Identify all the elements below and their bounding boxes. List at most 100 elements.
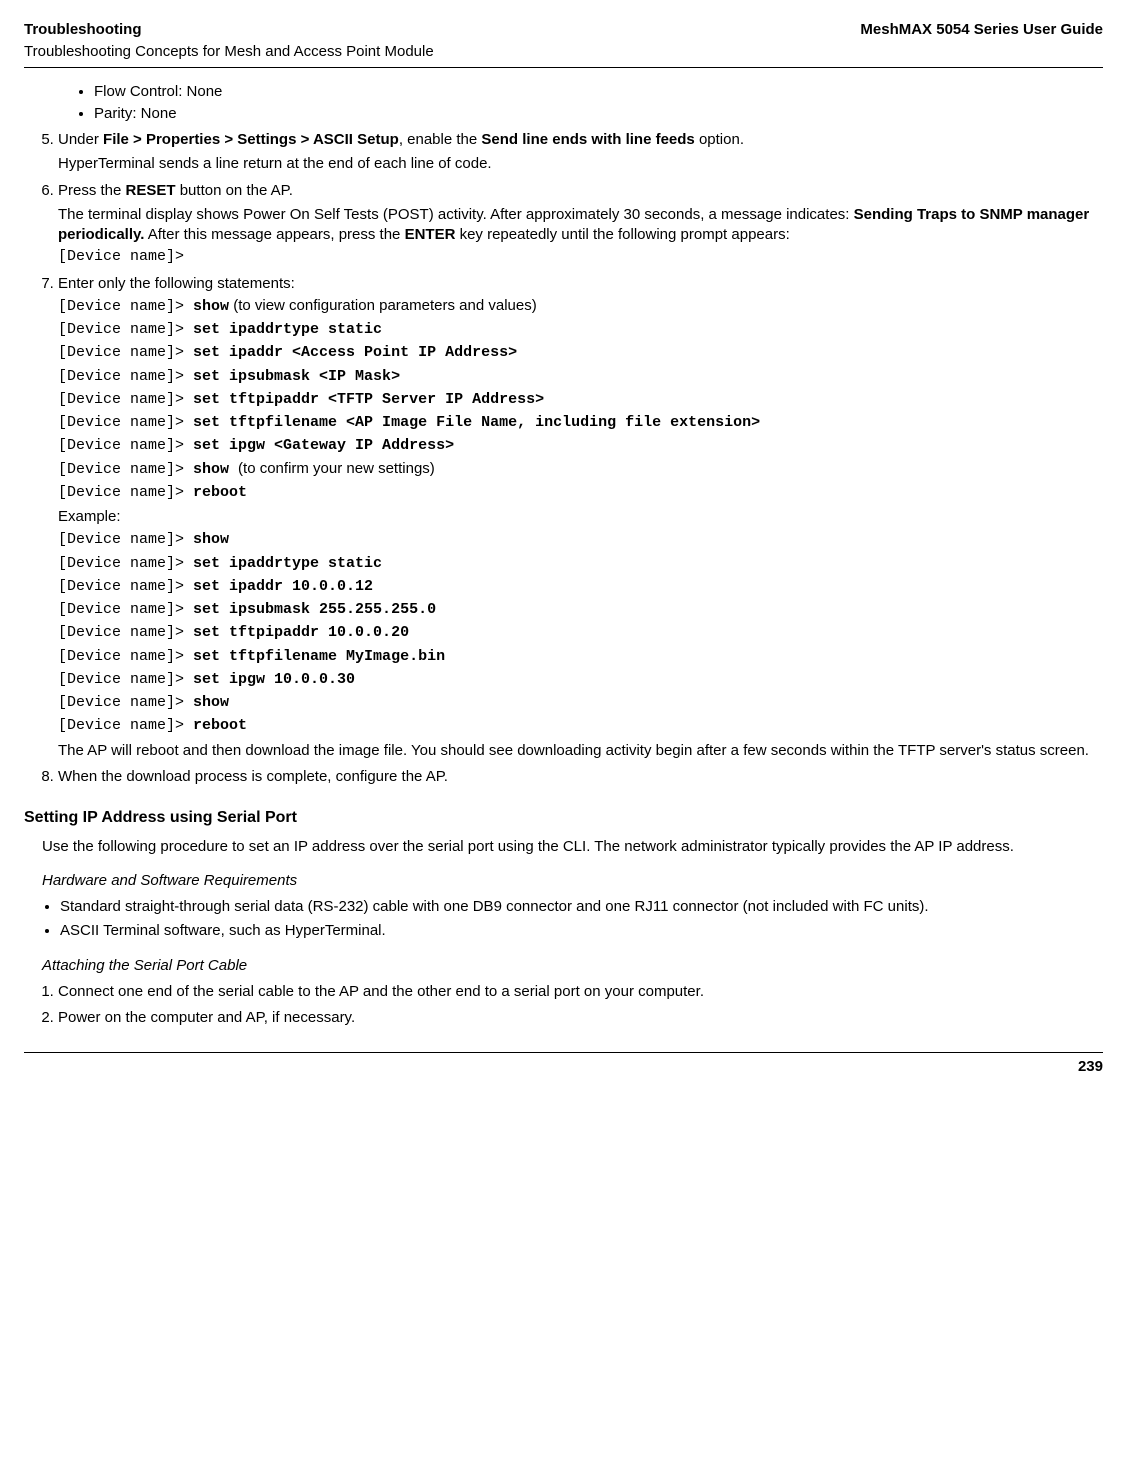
cli-line: [Device name]> set ipsubmask 255.255.255… bbox=[58, 599, 1103, 620]
cli-line: [Device name]> set ipgw <Gateway IP Addr… bbox=[58, 435, 1103, 456]
attach-steps: Connect one end of the serial cable to t… bbox=[42, 982, 1103, 1029]
step7-cli-block: [Device name]> show (to view configurati… bbox=[58, 296, 1103, 503]
step-7: Enter only the following statements: [De… bbox=[58, 274, 1103, 761]
attach-step-1: Connect one end of the serial cable to t… bbox=[58, 982, 1103, 1002]
step5-path: File > Properties > Settings > ASCII Set… bbox=[103, 131, 399, 148]
cli-prompt: [Device name]> bbox=[58, 555, 193, 572]
step7-intro: Enter only the following statements: bbox=[58, 275, 295, 292]
cli-line: [Device name]> show (to confirm your new… bbox=[58, 459, 1103, 480]
attach-step-2: Power on the computer and AP, if necessa… bbox=[58, 1008, 1103, 1028]
hw-req-ascii: ASCII Terminal software, such as HyperTe… bbox=[60, 921, 1103, 941]
cli-cmd: set ipsubmask <IP Mask> bbox=[193, 368, 400, 385]
cli-cmd: set tftpipaddr 10.0.0.20 bbox=[193, 624, 409, 641]
step5-line2: HyperTerminal sends a line return at the… bbox=[58, 154, 1103, 174]
cli-cmd: set ipsubmask 255.255.255.0 bbox=[193, 601, 436, 618]
cli-cmd: set ipaddrtype static bbox=[193, 321, 382, 338]
cli-cmd: set ipgw <Gateway IP Address> bbox=[193, 437, 454, 454]
cli-line: [Device name]> set tftpfilename <AP Imag… bbox=[58, 412, 1103, 433]
cli-cmd: set ipaddr <Access Point IP Address> bbox=[193, 344, 517, 361]
cli-line: [Device name]> set ipaddrtype static bbox=[58, 319, 1103, 340]
cli-line: [Device name]> set tftpfilename MyImage.… bbox=[58, 646, 1103, 667]
header-rule bbox=[24, 67, 1103, 68]
section-attach-title: Attaching the Serial Port Cable bbox=[42, 956, 1103, 976]
page-number: 239 bbox=[24, 1057, 1103, 1077]
main-steps: Under File > Properties > Settings > ASC… bbox=[42, 130, 1103, 787]
cli-line: [Device name]> show (to view configurati… bbox=[58, 296, 1103, 317]
cli-line: [Device name]> reboot bbox=[58, 715, 1103, 736]
step5-opt: Send line ends with line feeds bbox=[481, 131, 694, 148]
cli-cmd: show bbox=[193, 531, 229, 548]
cli-line: [Device name]> set ipaddr <Access Point … bbox=[58, 342, 1103, 363]
cli-cmd: reboot bbox=[193, 484, 247, 501]
cli-trail: (to view configuration parameters and va… bbox=[229, 297, 537, 314]
step5-pre: Under bbox=[58, 131, 103, 148]
hw-req-list: Standard straight-through serial data (R… bbox=[60, 897, 1103, 942]
cli-cmd: show bbox=[193, 694, 229, 711]
cli-cmd: set ipaddr 10.0.0.12 bbox=[193, 578, 373, 595]
cli-prompt: [Device name]> bbox=[58, 321, 193, 338]
header-left: Troubleshooting bbox=[24, 20, 142, 40]
step6-pre: Press the bbox=[58, 182, 126, 199]
step7-example-block: [Device name]> show [Device name]> set i… bbox=[58, 529, 1103, 736]
cli-line: [Device name]> show bbox=[58, 692, 1103, 713]
cli-prompt: [Device name]> bbox=[58, 601, 193, 618]
cli-prompt: [Device name]> bbox=[58, 717, 193, 734]
example-label: Example: bbox=[58, 507, 1103, 527]
cli-prompt: [Device name]> bbox=[58, 437, 193, 454]
cli-prompt: [Device name]> bbox=[58, 671, 193, 688]
section-setting-ip-para: Use the following procedure to set an IP… bbox=[42, 837, 1103, 857]
step5-mid: , enable the bbox=[399, 131, 482, 148]
header-left-title: Troubleshooting bbox=[24, 20, 142, 40]
cli-line: [Device name]> set ipsubmask <IP Mask> bbox=[58, 366, 1103, 387]
cli-line: [Device name]> reboot bbox=[58, 482, 1103, 503]
step-8: When the download process is complete, c… bbox=[58, 767, 1103, 787]
top-bullet-list: Flow Control: None Parity: None bbox=[94, 82, 1103, 125]
cli-cmd: show bbox=[193, 461, 238, 478]
cli-line: [Device name]> set tftpipaddr <TFTP Serv… bbox=[58, 389, 1103, 410]
cli-prompt: [Device name]> bbox=[58, 484, 193, 501]
cli-prompt: [Device name]> bbox=[58, 578, 193, 595]
cli-prompt: [Device name]> bbox=[58, 414, 193, 431]
bullet-parity: Parity: None bbox=[94, 104, 1103, 124]
cli-prompt: [Device name]> bbox=[58, 648, 193, 665]
cli-prompt: [Device name]> bbox=[58, 694, 193, 711]
cli-prompt: [Device name]> bbox=[58, 391, 193, 408]
cli-cmd: set tftpfilename MyImage.bin bbox=[193, 648, 445, 665]
header-right-title: MeshMAX 5054 Series User Guide bbox=[860, 20, 1103, 40]
step7-after: The AP will reboot and then download the… bbox=[58, 741, 1103, 761]
cli-line: [Device name]> set tftpipaddr 10.0.0.20 bbox=[58, 622, 1103, 643]
cli-prompt: [Device name]> bbox=[58, 624, 193, 641]
cli-cmd: reboot bbox=[193, 717, 247, 734]
step5-post: option. bbox=[695, 131, 744, 148]
bullet-flow-control: Flow Control: None bbox=[94, 82, 1103, 102]
section-hw-title: Hardware and Software Requirements bbox=[42, 871, 1103, 891]
cli-line: [Device name]> set ipgw 10.0.0.30 bbox=[58, 669, 1103, 690]
cli-cmd: set ipaddrtype static bbox=[193, 555, 382, 572]
cli-line: [Device name]> set ipaddrtype static bbox=[58, 553, 1103, 574]
cli-cmd: set ipgw 10.0.0.30 bbox=[193, 671, 355, 688]
cli-prompt: [Device name]> bbox=[58, 368, 193, 385]
cli-prompt: [Device name]> bbox=[58, 298, 193, 315]
cli-trail: (to confirm your new settings) bbox=[238, 460, 435, 477]
step6-boldenter: ENTER bbox=[405, 226, 456, 243]
step6-line2b: After this message appears, press the bbox=[144, 226, 404, 243]
section-setting-ip-title: Setting IP Address using Serial Port bbox=[24, 807, 1103, 829]
step6-prompt: [Device name]> bbox=[58, 247, 1103, 267]
step6-line2c: key repeatedly until the following promp… bbox=[455, 226, 789, 243]
cli-prompt: [Device name]> bbox=[58, 461, 193, 478]
step-6: Press the RESET button on the AP. The te… bbox=[58, 181, 1103, 268]
cli-prompt: [Device name]> bbox=[58, 531, 193, 548]
footer-rule bbox=[24, 1052, 1103, 1053]
step6-line2: The terminal display shows Power On Self… bbox=[58, 205, 1103, 246]
cli-line: [Device name]> show bbox=[58, 529, 1103, 550]
step6-post: button on the AP. bbox=[176, 182, 293, 199]
step6-reset: RESET bbox=[126, 182, 176, 199]
header-left-sub: Troubleshooting Concepts for Mesh and Ac… bbox=[24, 42, 1103, 62]
cli-line: [Device name]> set ipaddr 10.0.0.12 bbox=[58, 576, 1103, 597]
hw-req-cable: Standard straight-through serial data (R… bbox=[60, 897, 1103, 917]
cli-prompt: [Device name]> bbox=[58, 344, 193, 361]
step6-line2a: The terminal display shows Power On Self… bbox=[58, 206, 854, 223]
cli-cmd: set tftpfilename <AP Image File Name, in… bbox=[193, 414, 760, 431]
step-5: Under File > Properties > Settings > ASC… bbox=[58, 130, 1103, 175]
page-header: Troubleshooting MeshMAX 5054 Series User… bbox=[24, 20, 1103, 40]
